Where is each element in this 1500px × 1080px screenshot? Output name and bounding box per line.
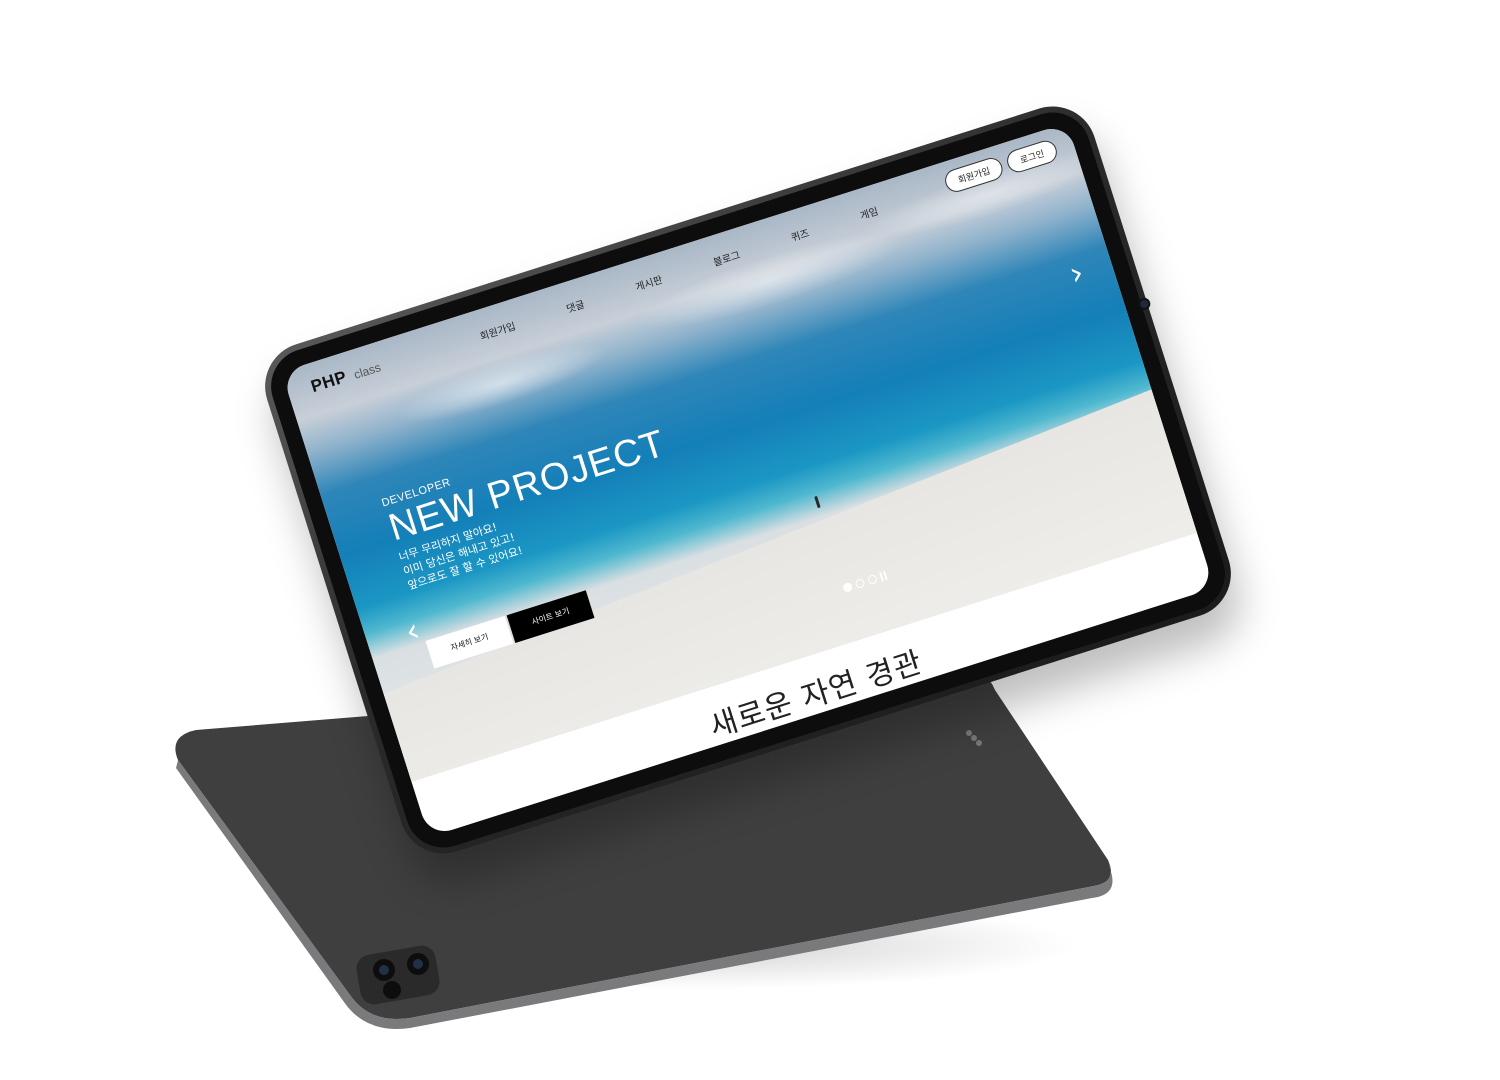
hero-person-figure — [814, 495, 821, 509]
chevron-right-icon[interactable]: › — [1065, 253, 1089, 293]
chevron-left-icon[interactable]: ‹ — [400, 611, 424, 651]
